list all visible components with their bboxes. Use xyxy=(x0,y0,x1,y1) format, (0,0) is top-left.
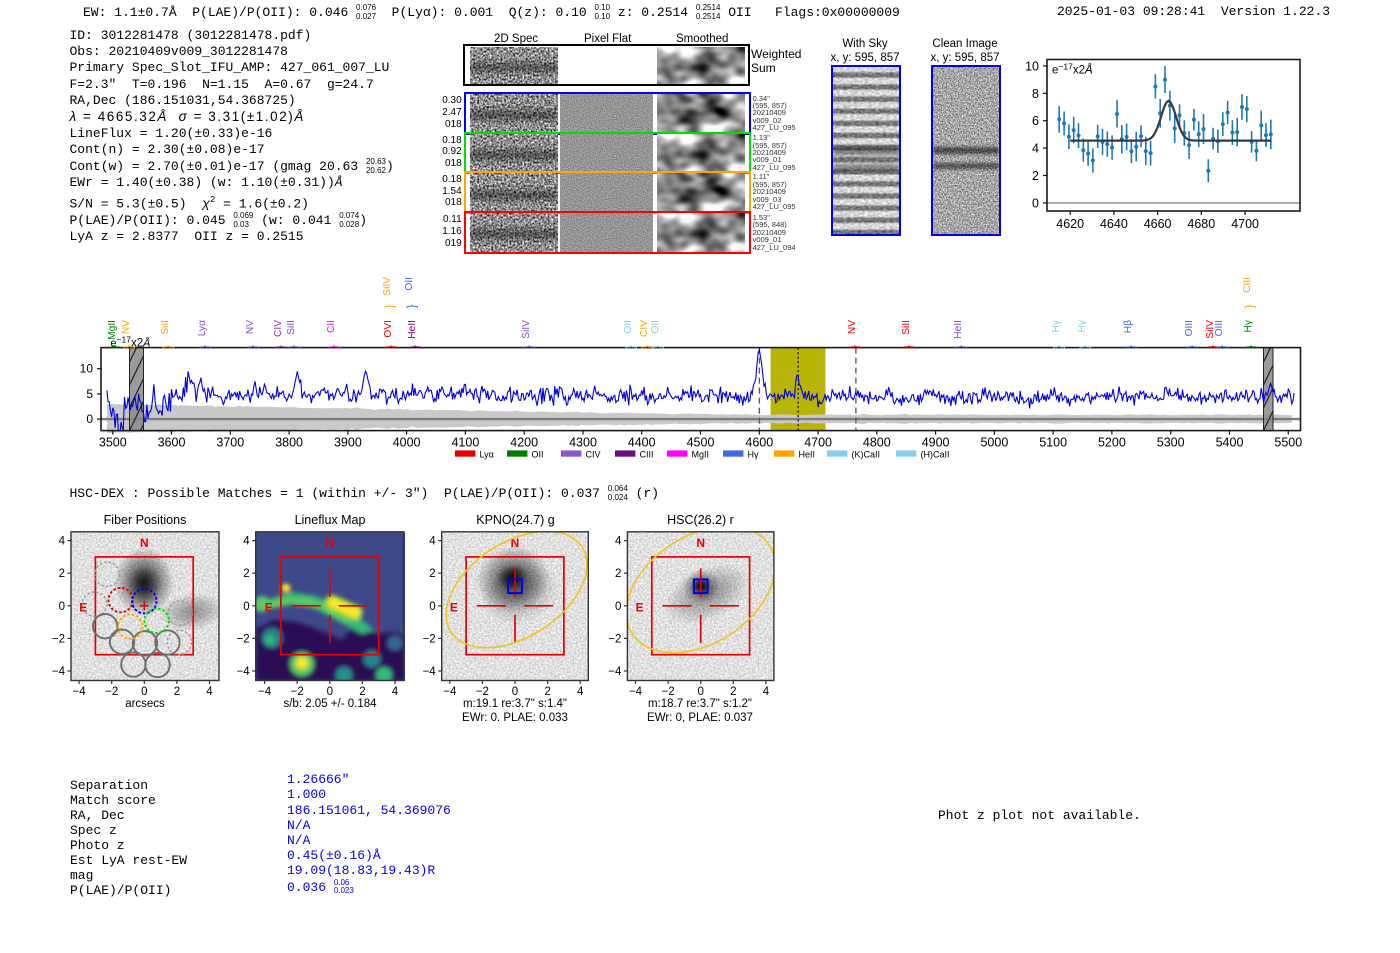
svg-text:−4: −4 xyxy=(237,666,251,678)
svg-text:OIII: OIII xyxy=(1184,320,1195,336)
svg-text:5000: 5000 xyxy=(980,436,1008,450)
svg-text:0: 0 xyxy=(243,601,249,613)
svg-text:E: E xyxy=(450,601,458,615)
svg-text:NV: NV xyxy=(847,320,858,334)
svg-text:4: 4 xyxy=(392,686,399,698)
svg-text:4680: 4680 xyxy=(1187,217,1215,231)
svg-text:2: 2 xyxy=(730,686,736,698)
svg-text:−2: −2 xyxy=(237,633,250,645)
svg-text:5100: 5100 xyxy=(1039,436,1067,450)
svg-text:4900: 4900 xyxy=(922,436,950,450)
svg-text:5300: 5300 xyxy=(1157,436,1185,450)
svg-text:N: N xyxy=(696,536,705,550)
svg-text:CIII: CIII xyxy=(1242,277,1253,293)
svg-text:−4: −4 xyxy=(73,686,87,698)
svg-text:{: { xyxy=(1125,345,1137,349)
svg-text:4700: 4700 xyxy=(804,436,832,450)
svg-text:6: 6 xyxy=(1032,114,1039,128)
svg-text:−4: −4 xyxy=(608,666,622,678)
svg-text:−2: −2 xyxy=(662,686,675,698)
svg-text:{: { xyxy=(1186,345,1198,349)
svg-text:Hβ: Hβ xyxy=(1123,320,1134,333)
svg-text:8: 8 xyxy=(1032,87,1039,101)
svg-text:−2: −2 xyxy=(52,633,65,645)
svg-text:EWr: 0, PLAE: 0.037: EWr: 0, PLAE: 0.037 xyxy=(647,712,753,724)
svg-text:0: 0 xyxy=(327,686,333,698)
svg-text:4620: 4620 xyxy=(1056,217,1084,231)
svg-text:4: 4 xyxy=(1032,142,1039,156)
svg-text:4: 4 xyxy=(577,686,584,698)
svg-text:4: 4 xyxy=(763,686,770,698)
svg-text:2: 2 xyxy=(1032,169,1039,183)
svg-text:m:19.1 re:3.7" s:1.4": m:19.1 re:3.7" s:1.4" xyxy=(463,698,567,710)
svg-text:2: 2 xyxy=(429,568,435,580)
svg-text:0: 0 xyxy=(59,601,65,613)
svg-text:−4: −4 xyxy=(52,666,66,678)
svg-text:{: { xyxy=(1079,345,1091,349)
svg-text:E: E xyxy=(636,601,644,615)
svg-text:4: 4 xyxy=(206,686,213,698)
svg-text:Hγ: Hγ xyxy=(1051,319,1062,332)
svg-text:{: { xyxy=(1216,345,1228,349)
svg-text:(H)CaII: (H)CaII xyxy=(921,449,950,459)
svg-text:10: 10 xyxy=(1025,59,1039,73)
svg-text:4: 4 xyxy=(615,536,622,548)
svg-text:4: 4 xyxy=(243,536,250,548)
svg-text:OIII: OIII xyxy=(1214,320,1225,336)
svg-text:SiII: SiII xyxy=(901,320,912,335)
svg-text:4640: 4640 xyxy=(1100,217,1128,231)
svg-text:E: E xyxy=(265,601,273,615)
svg-text:−2: −2 xyxy=(423,633,436,645)
svg-text:2: 2 xyxy=(174,686,180,698)
svg-text:s/b: 2.05 +/- 0.184: s/b: 2.05 +/- 0.184 xyxy=(283,698,377,710)
svg-text:−2: −2 xyxy=(608,633,621,645)
svg-text:{: { xyxy=(849,345,861,349)
svg-text:0: 0 xyxy=(615,601,621,613)
svg-text:0: 0 xyxy=(429,601,435,613)
svg-text:Hγ: Hγ xyxy=(1243,319,1254,332)
svg-text:{: { xyxy=(1245,345,1257,349)
svg-text:0: 0 xyxy=(141,686,147,698)
svg-text:−2: −2 xyxy=(291,686,304,698)
svg-text:−4: −4 xyxy=(629,686,643,698)
svg-text:(K)CaII: (K)CaII xyxy=(852,449,881,459)
svg-text:{: { xyxy=(903,345,915,349)
svg-text:−4: −4 xyxy=(423,666,437,678)
svg-text:4800: 4800 xyxy=(863,436,891,450)
svg-text:2: 2 xyxy=(359,686,365,698)
svg-text:2: 2 xyxy=(615,568,621,580)
svg-text:HeII: HeII xyxy=(953,320,964,339)
svg-text:4700: 4700 xyxy=(1231,217,1259,231)
svg-text:4: 4 xyxy=(429,536,436,548)
svg-text:Hγ: Hγ xyxy=(1077,319,1088,332)
svg-text:arcsecs: arcsecs xyxy=(125,698,165,710)
svg-text:{: { xyxy=(1244,305,1256,309)
svg-text:5200: 5200 xyxy=(1098,436,1126,450)
svg-text:m:18.7 re:3.7" s:1.2": m:18.7 re:3.7" s:1.2" xyxy=(648,698,752,710)
svg-text:5400: 5400 xyxy=(1216,436,1244,450)
svg-text:2: 2 xyxy=(544,686,550,698)
svg-text:−2: −2 xyxy=(105,686,118,698)
svg-text:{: { xyxy=(1053,345,1065,349)
svg-text:−4: −4 xyxy=(443,686,457,698)
svg-text:0: 0 xyxy=(1032,196,1039,210)
svg-text:{: { xyxy=(955,345,967,349)
svg-text:EWr: 0. PLAE: 0.033: EWr: 0. PLAE: 0.033 xyxy=(462,712,568,724)
svg-text:2: 2 xyxy=(243,568,249,580)
svg-text:HeII: HeII xyxy=(799,449,816,459)
svg-text:5500: 5500 xyxy=(1274,436,1302,450)
svg-text:N: N xyxy=(140,536,149,550)
svg-text:0: 0 xyxy=(512,686,518,698)
svg-text:e−17x2Å: e−17x2Å xyxy=(1052,62,1093,77)
svg-text:−2: −2 xyxy=(476,686,489,698)
svg-text:0: 0 xyxy=(697,686,703,698)
svg-text:−4: −4 xyxy=(258,686,272,698)
svg-text:2: 2 xyxy=(59,568,65,580)
svg-text:N: N xyxy=(325,536,334,550)
svg-text:4: 4 xyxy=(59,536,66,548)
svg-text:4660: 4660 xyxy=(1144,217,1172,231)
